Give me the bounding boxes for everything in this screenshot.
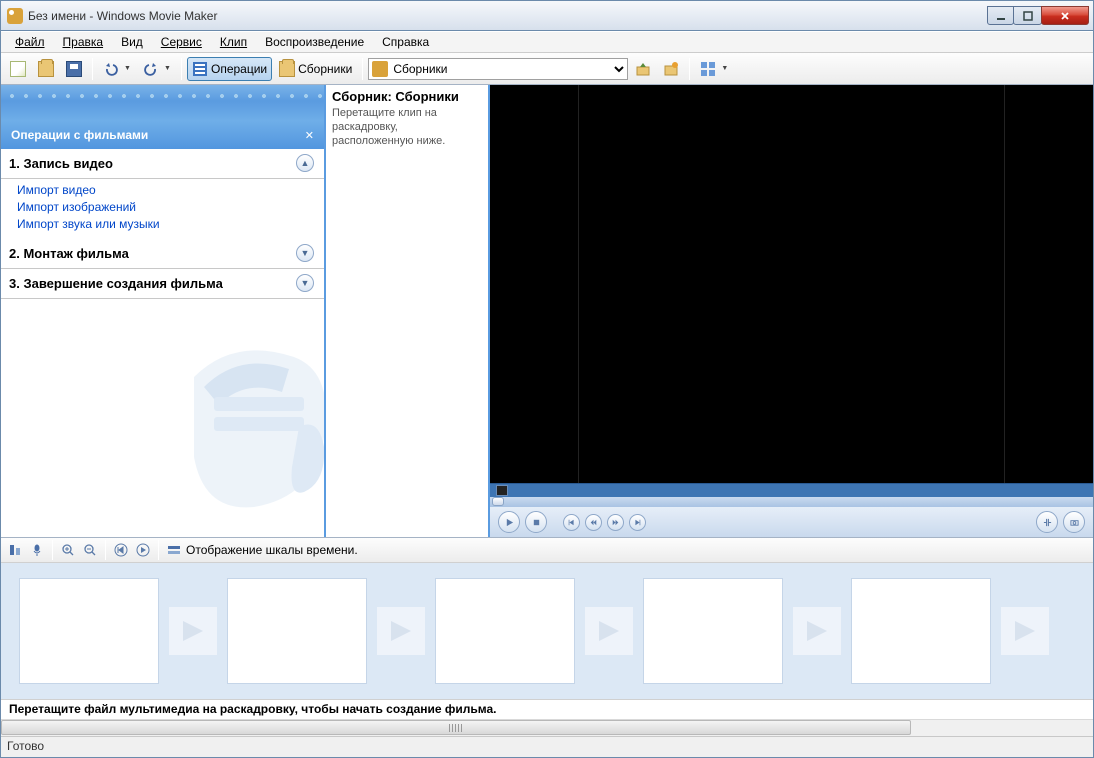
next-button[interactable] [629,514,646,531]
storyboard-slot[interactable] [851,578,991,684]
collections-toggle-button[interactable]: Сборники [274,57,357,81]
set-level-button[interactable] [5,540,25,560]
transition-slot[interactable] [377,607,425,655]
playback-controls [490,507,1093,537]
snapshot-button[interactable] [1063,511,1085,533]
maximize-button[interactable] [1013,6,1042,25]
chevron-down-icon: ▼ [296,274,314,292]
link-import-audio[interactable]: Импорт звука или музыки [17,216,324,233]
menu-edit[interactable]: Правка [55,33,112,51]
minimize-button[interactable] [987,6,1014,25]
window-title: Без имени - Windows Movie Maker [28,9,217,23]
task-section-edit[interactable]: 2. Монтаж фильма ▼ [1,239,324,269]
toolbar: ▼ ▼ Операции Сборники Сборники ▼ [1,53,1093,85]
collection-instruction: Перетащите клип на раскадровку, располож… [332,106,482,148]
tasks-close-icon[interactable]: ✕ [305,129,314,142]
undo-button[interactable]: ▼ [98,57,136,81]
timeline-toolbar: Отображение шкалы времени. [1,537,1093,563]
step-fwd-button[interactable] [607,514,624,531]
menu-file[interactable]: Файл [7,33,53,51]
view-mode-button[interactable]: ▼ [695,57,733,81]
horizontal-scrollbar[interactable] [1,719,1093,736]
menu-service[interactable]: Сервис [153,33,210,51]
storyboard-slot[interactable] [435,578,575,684]
video-preview [490,85,1093,483]
zoom-in-button[interactable] [58,540,78,560]
menu-bar: Файл Правка Вид Сервис Клип Воспроизведе… [1,31,1093,53]
new-button[interactable] [5,57,31,81]
storyboard-hint: Перетащите файл мультимедиа на раскадров… [1,699,1093,719]
task-section-capture[interactable]: 1. Запись видео ▲ [1,149,324,179]
transition-slot[interactable] [585,607,633,655]
transition-slot[interactable] [1001,607,1049,655]
play-timeline-button[interactable] [133,540,153,560]
tasks-toggle-button[interactable]: Операции [187,57,272,81]
status-bar: Готово [1,736,1093,757]
tasks-pane: Операции с фильмами ✕ 1. Запись видео ▲ … [1,85,326,537]
transition-slot[interactable] [169,607,217,655]
preview-pane [490,85,1093,537]
fullscreen-icon[interactable] [496,485,508,496]
task-section-finish[interactable]: 3. Завершение создания фильма ▼ [1,269,324,299]
rewind-timeline-button[interactable] [111,540,131,560]
storyboard-slot[interactable] [227,578,367,684]
seek-knob[interactable] [492,497,504,506]
app-icon [7,8,23,24]
stop-button[interactable] [525,511,547,533]
timeline-view-icon[interactable] [164,540,184,560]
link-import-images[interactable]: Импорт изображений [17,199,324,216]
transition-slot[interactable] [793,607,841,655]
chevron-up-icon: ▲ [296,154,314,172]
preview-title-strip [490,483,1093,497]
storyboard[interactable] [1,563,1093,699]
up-level-button[interactable] [630,57,656,81]
timeline-toggle-label[interactable]: Отображение шкалы времени. [186,543,358,557]
collection-select[interactable]: Сборники [368,58,628,80]
seek-bar[interactable] [490,497,1093,507]
zoom-out-button[interactable] [80,540,100,560]
collection-pane: Сборник: Сборники Перетащите клип на рас… [326,85,490,537]
play-button[interactable] [498,511,520,533]
save-button[interactable] [61,57,87,81]
menu-help[interactable]: Справка [374,33,437,51]
storyboard-slot[interactable] [19,578,159,684]
redo-button[interactable]: ▼ [138,57,176,81]
scrollbar-thumb[interactable] [1,720,911,735]
tasks-header: Операции с фильмами ✕ [1,121,324,149]
collection-title: Сборник: Сборники [332,89,482,104]
menu-view[interactable]: Вид [113,33,151,51]
link-import-video[interactable]: Импорт видео [17,182,324,199]
prev-button[interactable] [563,514,580,531]
film-decoration-icon [174,317,324,537]
storyboard-slot[interactable] [643,578,783,684]
menu-clip[interactable]: Клип [212,33,255,51]
window-titlebar: Без имени - Windows Movie Maker [0,0,1094,30]
close-button[interactable] [1041,6,1089,25]
menu-play[interactable]: Воспроизведение [257,33,372,51]
split-button[interactable] [1036,511,1058,533]
new-folder-button[interactable] [658,57,684,81]
step-back-button[interactable] [585,514,602,531]
narrate-button[interactable] [27,540,47,560]
open-button[interactable] [33,57,59,81]
chevron-down-icon: ▼ [296,244,314,262]
